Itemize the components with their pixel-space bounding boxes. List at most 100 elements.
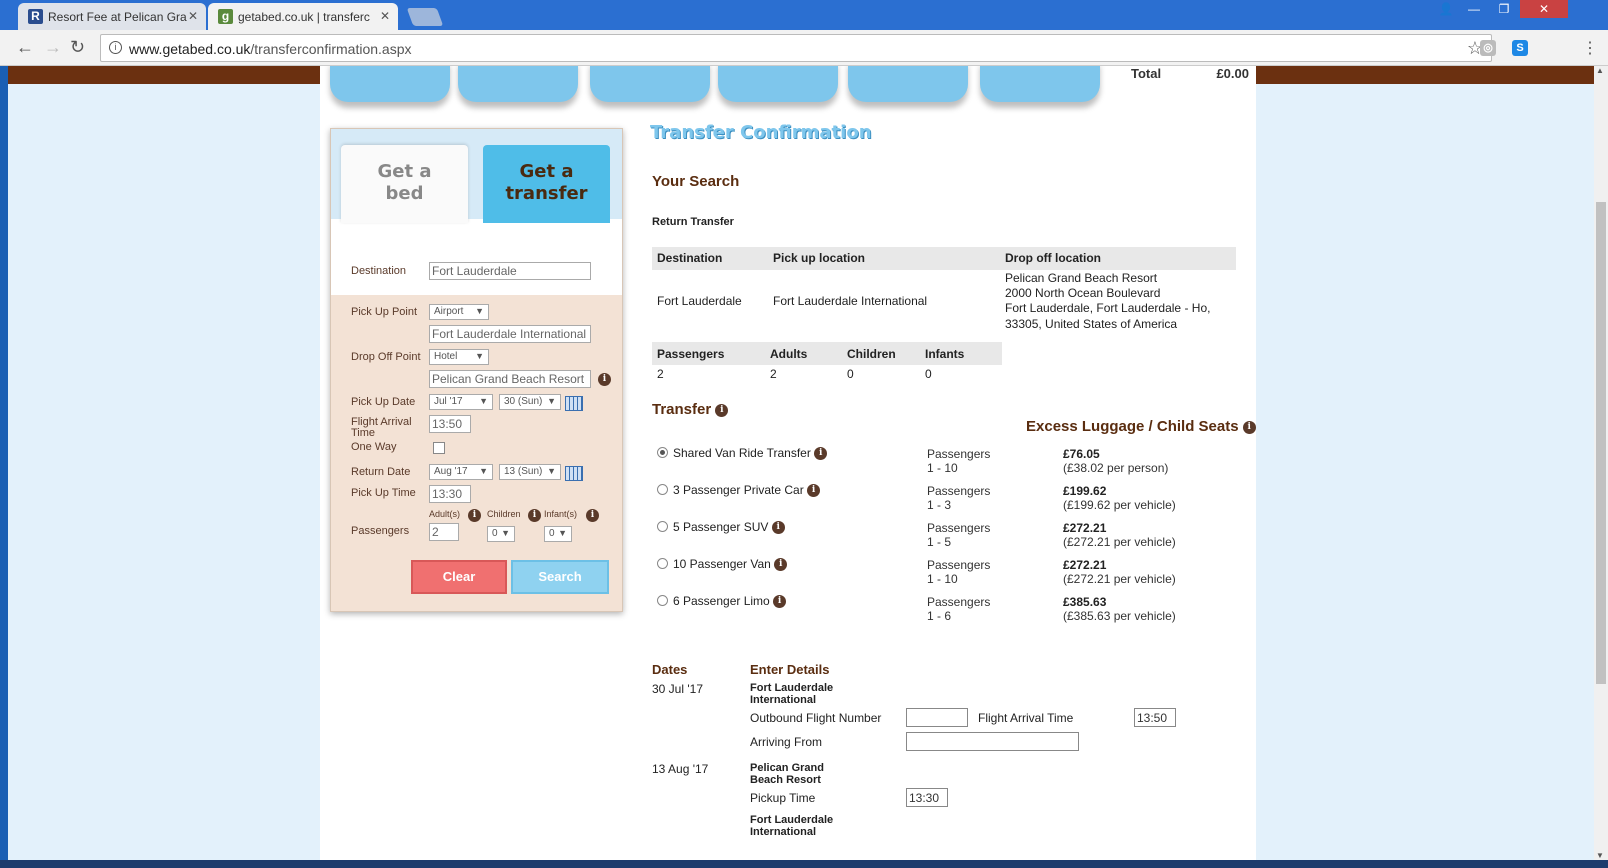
transfer-option-radio[interactable]: [657, 595, 668, 606]
option-pax: Passengers 1 - 3: [927, 484, 990, 512]
destination-input[interactable]: Fort Lauderdale: [429, 262, 591, 280]
transfer-option-name: 10 Passenger Van i: [673, 557, 788, 572]
chevron-down-icon: ▼: [558, 528, 567, 538]
chrome-menu-icon[interactable]: ⋮: [1582, 38, 1598, 58]
close-window-icon[interactable]: ✕: [1520, 0, 1568, 18]
page-scrollbar[interactable]: ▲ ▼: [1594, 66, 1608, 860]
info-icon[interactable]: i: [528, 509, 541, 522]
calendar-icon[interactable]: [565, 466, 583, 481]
pax-range: 1 - 5: [927, 535, 952, 549]
chevron-down-icon: ▼: [475, 306, 484, 316]
flight-arrival-label: Flight Arrival Time: [351, 416, 412, 439]
dropoff-point-label: Drop Off Point: [351, 351, 421, 363]
price-unit: (£199.62 per vehicle): [1063, 498, 1176, 512]
forward-arrow-icon[interactable]: →: [44, 37, 62, 58]
pickup-point-input[interactable]: Fort Lauderdale International: [429, 325, 591, 343]
price-unit: (£272.21 per vehicle): [1063, 572, 1176, 586]
info-icon[interactable]: i: [468, 509, 481, 522]
infants-value: 0: [925, 367, 932, 381]
user-icon[interactable]: 👤: [1432, 0, 1460, 18]
info-icon[interactable]: i: [109, 41, 122, 54]
reload-icon[interactable]: ↻: [70, 37, 85, 58]
excess-luggage-heading: Excess Luggage / Child Seats i: [1026, 418, 1256, 435]
scroll-up-icon[interactable]: ▲: [1596, 66, 1604, 75]
info-icon[interactable]: i: [1242, 420, 1256, 434]
chevron-down-icon: ▼: [479, 466, 488, 476]
chevron-down-icon: ▼: [479, 396, 488, 406]
pickup-point-type-select[interactable]: Airport ▼: [429, 304, 489, 320]
scrollbar-thumb[interactable]: [1596, 202, 1606, 684]
transfer-option-name: 6 Passenger Limo i: [673, 594, 787, 609]
transfer-option-radio[interactable]: [657, 558, 668, 569]
outbound-flight-label: Outbound Flight Number: [750, 711, 882, 725]
transfer-option-radio[interactable]: [657, 484, 668, 495]
browser-toolbar: ← → ↻ i www.getabed.co.uk/transferconfir…: [0, 30, 1608, 66]
close-tab-icon[interactable]: ✕: [188, 9, 198, 23]
chevron-down-icon: ▼: [547, 396, 556, 406]
info-icon[interactable]: i: [773, 595, 787, 609]
col-adults: Adults: [770, 347, 808, 361]
outbound-flight-input[interactable]: [906, 708, 968, 727]
windows-taskbar: [0, 860, 1608, 868]
col-passengers: Passengers: [657, 347, 725, 361]
minimize-icon[interactable]: —: [1460, 0, 1488, 18]
transfer-option-radio[interactable]: [657, 447, 668, 458]
skype-extension-icon[interactable]: S: [1512, 40, 1528, 56]
info-icon[interactable]: i: [586, 509, 599, 522]
flight-arrival-time-input[interactable]: 13:50: [1134, 708, 1176, 727]
nav-cloud-tab[interactable]: [458, 66, 578, 102]
info-icon[interactable]: i: [807, 484, 821, 498]
favicon-g-icon: g: [218, 9, 233, 24]
pickup-time-input[interactable]: 13:30: [906, 788, 948, 807]
restore-icon[interactable]: ❐: [1490, 0, 1518, 18]
arriving-from-input[interactable]: [906, 732, 1079, 751]
price-unit: (£38.02 per person): [1063, 461, 1169, 475]
info-icon[interactable]: i: [715, 403, 729, 417]
return-day-select[interactable]: 13 (Sun) ▼: [499, 464, 561, 480]
children-value: 0: [847, 367, 854, 381]
close-tab-icon[interactable]: ✕: [380, 9, 390, 23]
return-transfer-label: Return Transfer: [652, 216, 734, 228]
clear-button[interactable]: Clear: [411, 560, 507, 594]
price-unit: (£272.21 per vehicle): [1063, 535, 1176, 549]
dropoff-point-type-select[interactable]: Hotel ▼: [429, 349, 489, 365]
search-button[interactable]: Search: [511, 560, 609, 594]
return-month-select[interactable]: Aug '17 ▼: [429, 464, 493, 480]
transfer-option-name: 5 Passenger SUV i: [673, 520, 785, 535]
adults-label: Adult(s): [429, 509, 461, 519]
col-pickup-location: Pick up location: [773, 251, 866, 265]
info-icon[interactable]: i: [598, 373, 611, 386]
back-arrow-icon[interactable]: ←: [16, 37, 34, 58]
dates-heading: Dates: [652, 662, 688, 677]
nav-cloud-tab[interactable]: [330, 66, 450, 102]
outbound-place-line: Fort Lauderdale: [750, 682, 834, 694]
calendar-icon[interactable]: [565, 396, 583, 411]
browser-tab-getabed[interactable]: g getabed.co.uk | transferc ✕: [208, 3, 398, 30]
pickup-month-select[interactable]: Jul '17 ▼: [429, 394, 493, 410]
pickup-time-input[interactable]: 13:30: [429, 485, 471, 503]
flight-arrival-input[interactable]: 13:50: [429, 415, 471, 433]
address-bar[interactable]: i www.getabed.co.uk/transferconfirmation…: [100, 34, 1492, 62]
info-icon[interactable]: i: [771, 521, 785, 535]
infants-value: 0: [549, 528, 555, 539]
browser-tab-resort-fee[interactable]: R Resort Fee at Pelican Gra ✕: [18, 3, 206, 30]
one-way-checkbox[interactable]: [433, 442, 445, 454]
chevron-down-icon: ▼: [475, 351, 484, 361]
scroll-down-icon[interactable]: ▼: [1596, 851, 1604, 860]
extension-icon[interactable]: ◎: [1480, 40, 1496, 56]
tab-get-a-bed[interactable]: Get a bed: [341, 145, 468, 223]
infants-select[interactable]: 0 ▼: [544, 526, 572, 542]
children-select[interactable]: 0 ▼: [487, 526, 515, 542]
dropoff-point-input[interactable]: Pelican Grand Beach Resort: [429, 370, 591, 388]
chevron-down-icon: ▼: [547, 466, 556, 476]
transfer-option-name: 3 Passenger Private Car i: [673, 483, 821, 498]
info-icon[interactable]: i: [814, 447, 828, 461]
transfer-option-radio[interactable]: [657, 521, 668, 532]
adults-input[interactable]: 2: [429, 523, 459, 541]
tab-get-a-transfer[interactable]: Get a transfer: [483, 145, 610, 223]
pax-range: 1 - 6: [927, 609, 952, 623]
pickup-day-select[interactable]: 30 (Sun) ▼: [499, 394, 561, 410]
new-tab-button[interactable]: [406, 8, 444, 26]
info-icon[interactable]: i: [774, 558, 788, 572]
return-month-value: Aug '17: [434, 466, 468, 477]
